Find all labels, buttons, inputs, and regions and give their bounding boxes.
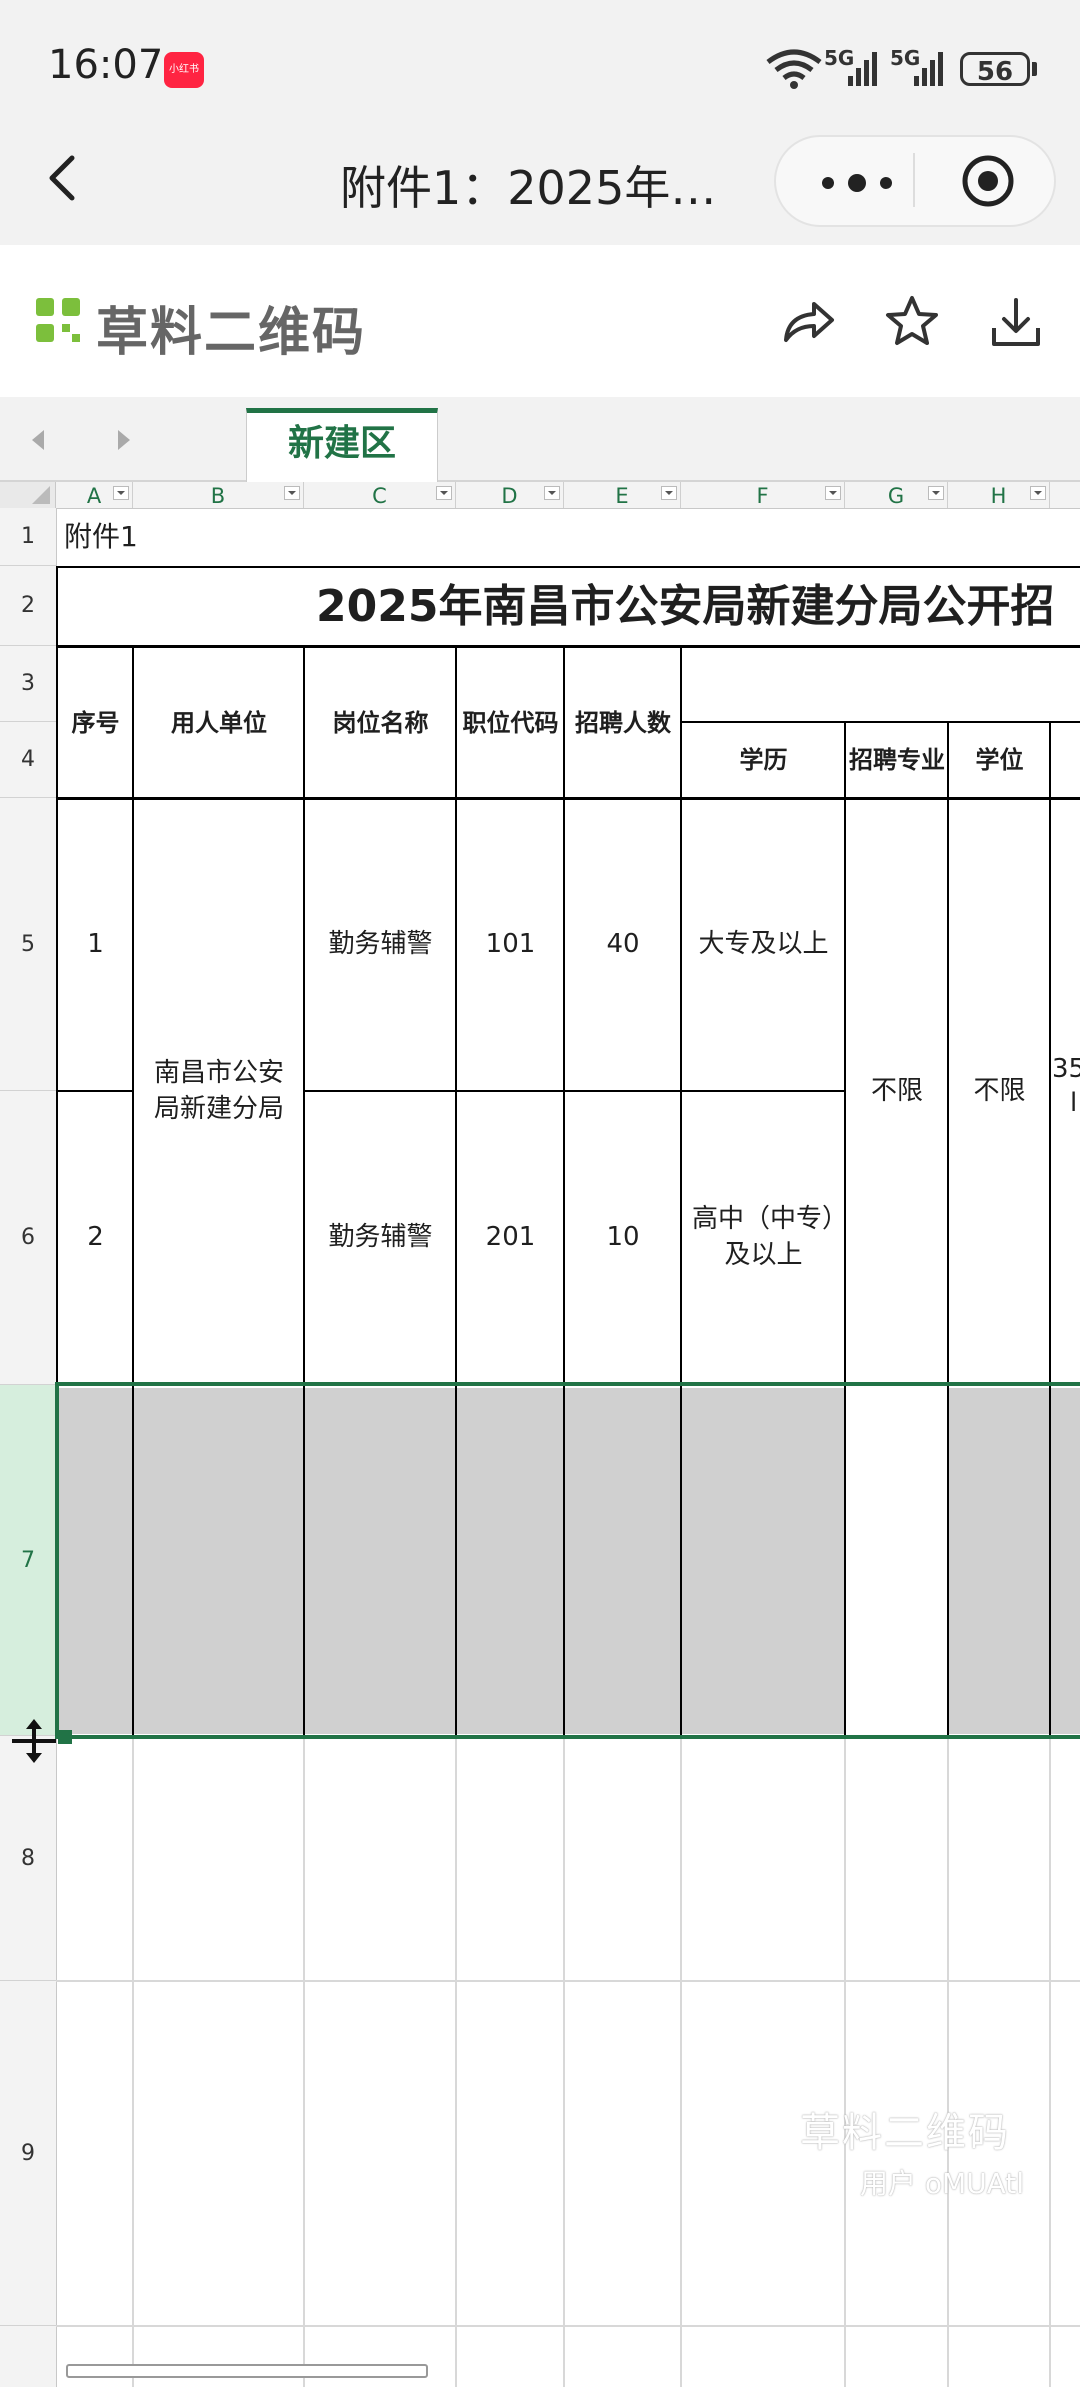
row-header-2[interactable]: 2: [0, 566, 56, 646]
column-letter: C: [372, 484, 387, 508]
signal-icon-1: [848, 52, 877, 86]
share-icon[interactable]: [778, 292, 838, 352]
header-post[interactable]: 岗位名称: [305, 648, 456, 798]
column-header-f[interactable]: F: [681, 482, 845, 508]
filter-dropdown-icon[interactable]: [113, 486, 129, 500]
row-header-5[interactable]: 5: [0, 798, 56, 1091]
battery-cap: [1032, 62, 1037, 76]
cell-post-2[interactable]: 勤务辅警: [305, 1092, 456, 1383]
filter-dropdown-icon[interactable]: [284, 486, 300, 500]
watermark-brand: 草料二维码: [800, 2110, 1010, 2156]
column-letter: F: [756, 484, 769, 508]
header-count[interactable]: 招聘人数: [565, 648, 681, 798]
selection-outline-row-7[interactable]: [55, 1382, 1080, 1739]
row-header-4[interactable]: 4: [0, 722, 56, 798]
header-unit[interactable]: 用人单位: [134, 648, 304, 798]
cell-a1[interactable]: 附件1: [58, 508, 358, 566]
close-target-icon[interactable]: [960, 153, 1016, 209]
column-header-g[interactable]: G: [845, 482, 948, 508]
cell-code-2[interactable]: 201: [457, 1092, 564, 1383]
column-letter: D: [501, 484, 518, 508]
download-icon[interactable]: [986, 292, 1046, 352]
tab-scroll-right-icon[interactable]: [114, 428, 134, 452]
filter-dropdown-icon[interactable]: [436, 486, 452, 500]
back-arrow-icon[interactable]: [36, 148, 96, 208]
row-header-6[interactable]: 6: [0, 1091, 56, 1385]
row-header-8[interactable]: 8: [0, 1736, 56, 1981]
filter-dropdown-icon[interactable]: [544, 486, 560, 500]
column-header-c[interactable]: C: [304, 482, 456, 508]
qr-logo-icon: [36, 298, 80, 342]
row-header-7[interactable]: 7: [0, 1385, 56, 1736]
capsule-divider: [913, 153, 915, 207]
signal-icon-2: [914, 52, 943, 86]
row-resize-cursor-icon[interactable]: [10, 1716, 58, 1766]
gridline: [56, 2325, 1080, 2327]
column-letter: B: [210, 484, 226, 508]
row-header-3[interactable]: 3: [0, 646, 56, 722]
cell-major-merged[interactable]: 不限: [846, 800, 948, 1383]
filter-dropdown-icon[interactable]: [1030, 486, 1046, 500]
column-letter: H: [990, 484, 1007, 508]
column-letter: E: [615, 484, 629, 508]
header-edu[interactable]: 学历: [682, 723, 845, 798]
selection-fill-handle[interactable]: [58, 1730, 72, 1744]
header-degree[interactable]: 学位: [949, 723, 1050, 798]
sheet-tab-bar: [0, 397, 1080, 482]
header-code[interactable]: 职位代码: [457, 648, 564, 798]
cell-code-1[interactable]: 101: [457, 800, 564, 1090]
header-seq[interactable]: 序号: [58, 648, 133, 798]
battery-icon: 56: [960, 52, 1030, 87]
watermark: 草料二维码 用户 oMUAtl: [800, 2100, 1024, 2202]
star-icon[interactable]: [882, 292, 942, 352]
cell-seq-2[interactable]: 2: [58, 1092, 133, 1383]
cell-post-1[interactable]: 勤务辅警: [305, 800, 456, 1090]
watermark-user: 用户 oMUAtl: [860, 2167, 1025, 2200]
filter-dropdown-icon[interactable]: [825, 486, 841, 500]
filter-dropdown-icon[interactable]: [661, 486, 677, 500]
cell-unit-merged[interactable]: 南昌市公安局新建分局: [144, 800, 294, 1383]
gridline: [56, 1980, 1080, 1982]
cell-i-partial-1[interactable]: 35: [1052, 1050, 1080, 1090]
cell-degree-merged[interactable]: 不限: [949, 800, 1050, 1383]
column-header-e[interactable]: E: [564, 482, 681, 508]
column-header-d[interactable]: D: [456, 482, 564, 508]
wifi-icon: [766, 49, 822, 89]
more-dots-icon[interactable]: [812, 166, 902, 200]
horizontal-scrollbar[interactable]: [66, 2364, 428, 2378]
filter-dropdown-icon[interactable]: [928, 486, 944, 500]
column-letter: A: [86, 484, 102, 508]
column-letter: G: [887, 484, 905, 508]
cell-count-2[interactable]: 10: [565, 1092, 681, 1383]
tab-scroll-left-icon[interactable]: [28, 428, 48, 452]
status-time: 16:07: [48, 42, 164, 88]
cell-i-partial-2[interactable]: l: [1070, 1086, 1080, 1122]
cell-seq-1[interactable]: 1: [58, 800, 133, 1090]
header-major[interactable]: 招聘专业: [846, 723, 948, 798]
cell-edu-1[interactable]: 大专及以上: [682, 800, 845, 1090]
brand-name: 草料二维码: [96, 303, 367, 363]
row-header-1[interactable]: 1: [0, 508, 56, 566]
select-all-corner[interactable]: [0, 482, 56, 508]
page-title: 附件1：2025年…: [340, 161, 717, 215]
cell-edu-2[interactable]: 高中（中专）及以上: [688, 1092, 839, 1383]
column-header-a[interactable]: A: [56, 482, 133, 508]
column-header-b[interactable]: B: [133, 482, 304, 508]
xiaohongshu-badge-icon: 小红书: [164, 52, 204, 88]
cell-count-1[interactable]: 40: [565, 800, 681, 1090]
column-header-h[interactable]: H: [948, 482, 1050, 508]
sheet-title-cell[interactable]: 2025年南昌市公安局新建分局公开招: [300, 568, 1080, 646]
tab-sheet-xinjianqu[interactable]: 新建区: [246, 408, 438, 482]
row-header-9[interactable]: 9: [0, 1981, 56, 2326]
